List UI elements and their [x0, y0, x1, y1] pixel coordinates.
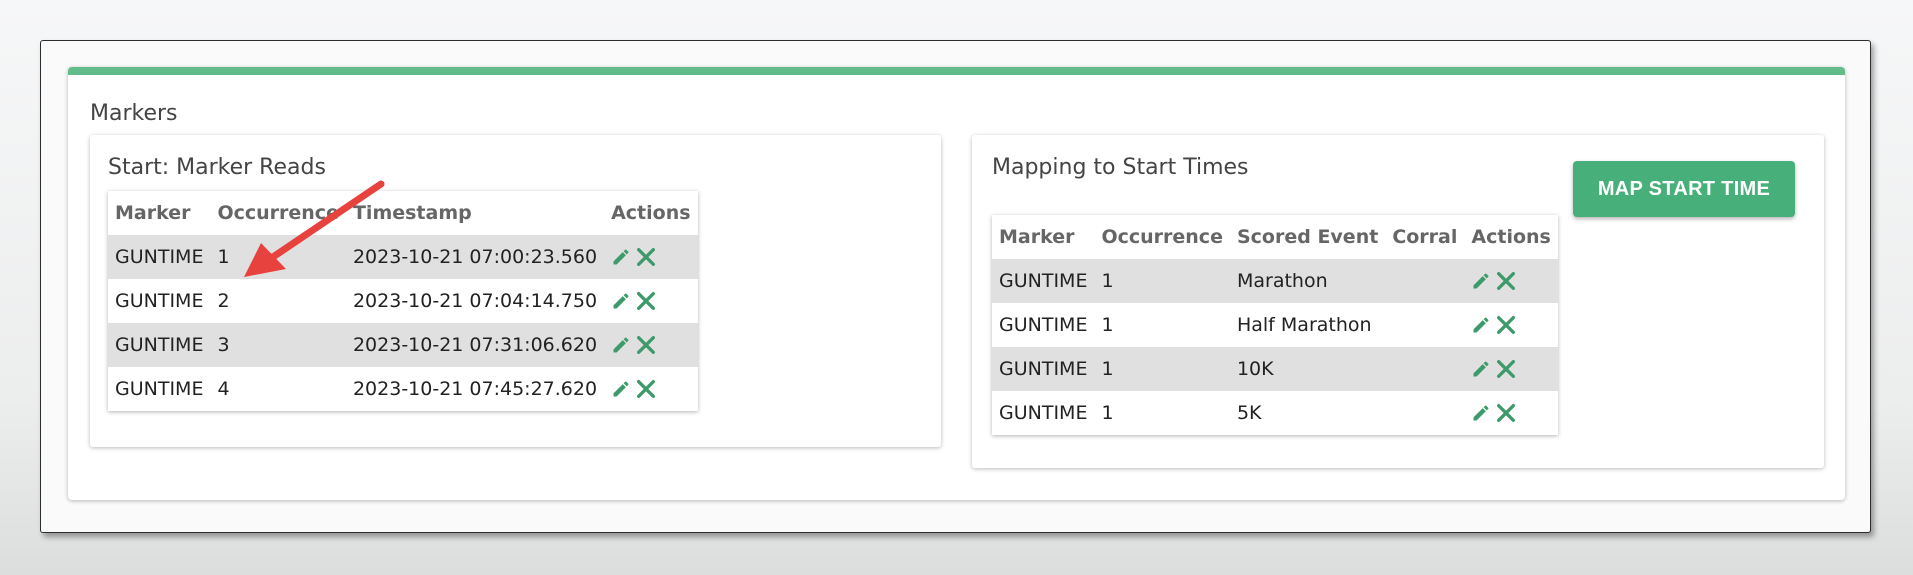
- occurrence-cell: 4: [217, 378, 230, 400]
- occurrence-cell: 2: [217, 290, 230, 312]
- col-header-actions: Actions: [1471, 226, 1551, 248]
- scored-event-cell: Marathon: [1229, 259, 1386, 303]
- markers-card: Markers Start: Marker Reads Marker Occur…: [68, 67, 1845, 500]
- col-header-marker[interactable]: Marker: [992, 215, 1094, 259]
- marker-cell: GUNTIME: [115, 378, 204, 400]
- pencil-icon[interactable]: [1471, 271, 1491, 291]
- table-row: GUNTIME 1 Marathon: [992, 259, 1558, 303]
- marker-reads-title: Start: Marker Reads: [108, 155, 326, 180]
- table-header-row: Marker Occurrence Scored Event Corral Ac…: [992, 215, 1558, 259]
- marker-cell: GUNTIME: [992, 259, 1095, 303]
- corral-cell: [1385, 259, 1465, 303]
- mapping-title: Mapping to Start Times: [992, 155, 1249, 180]
- actions-cell: [604, 367, 697, 411]
- table-row: GUNTIME 1 10K: [992, 347, 1558, 391]
- card-title: Markers: [90, 101, 178, 126]
- close-icon[interactable]: [635, 378, 657, 400]
- close-icon[interactable]: [635, 246, 657, 268]
- col-header-occurrence[interactable]: Occurrence: [210, 191, 346, 235]
- timestamp-cell: 2023-10-21 07:31:06.620: [345, 323, 605, 367]
- occurrence-cell: 1: [1101, 314, 1114, 336]
- col-header-timestamp[interactable]: Timestamp: [346, 191, 604, 235]
- timestamp-cell: 2023-10-21 07:00:23.560: [345, 235, 605, 279]
- col-header-occurrence[interactable]: Occurrence: [1094, 215, 1230, 259]
- occurrence-cell: 1: [1101, 402, 1114, 424]
- corral-cell: [1385, 347, 1465, 391]
- marker-reads-panel: Start: Marker Reads Marker Occurrence Ti…: [90, 135, 941, 447]
- close-icon[interactable]: [635, 290, 657, 312]
- screenshot-frame: Markers Start: Marker Reads Marker Occur…: [40, 40, 1871, 533]
- scored-event-cell: 5K: [1236, 402, 1262, 424]
- table-row: GUNTIME 2 2023-10-21 07:04:14.750: [108, 279, 698, 323]
- marker-cell: GUNTIME: [108, 235, 211, 279]
- table-row: GUNTIME 4 2023-10-21 07:45:27.620: [108, 367, 698, 411]
- scored-event-cell: Half Marathon: [1236, 314, 1372, 336]
- mapping-panel: Mapping to Start Times MAP START TIME Ma…: [972, 135, 1824, 468]
- scored-event-cell: 10K: [1229, 347, 1386, 391]
- marker-cell: GUNTIME: [992, 347, 1095, 391]
- table-row: GUNTIME 3 2023-10-21 07:31:06.620: [108, 323, 698, 367]
- pencil-icon[interactable]: [611, 335, 631, 355]
- col-header-scored-event[interactable]: Scored Event: [1230, 215, 1385, 259]
- close-icon[interactable]: [1495, 358, 1517, 380]
- actions-cell: [604, 235, 698, 279]
- marker-cell: GUNTIME: [999, 314, 1088, 336]
- close-icon[interactable]: [1495, 270, 1517, 292]
- close-icon[interactable]: [635, 334, 657, 356]
- pencil-icon[interactable]: [1471, 403, 1491, 423]
- pencil-icon[interactable]: [611, 247, 631, 267]
- occurrence-cell: 3: [210, 323, 346, 367]
- table-row: GUNTIME 1 2023-10-21 07:00:23.560: [108, 235, 698, 279]
- corral-cell: [1385, 303, 1464, 347]
- actions-cell: [604, 279, 697, 323]
- timestamp-cell: 2023-10-21 07:04:14.750: [352, 290, 598, 312]
- marker-cell: GUNTIME: [108, 323, 211, 367]
- timestamp-cell: 2023-10-21 07:45:27.620: [352, 378, 598, 400]
- col-header-actions: Actions: [611, 202, 691, 224]
- table-row: GUNTIME 1 Half Marathon: [992, 303, 1558, 347]
- col-header-corral[interactable]: Corral: [1385, 215, 1464, 259]
- close-icon[interactable]: [1495, 314, 1517, 336]
- corral-cell: [1385, 391, 1464, 435]
- col-header-marker[interactable]: Marker: [108, 191, 210, 235]
- close-icon[interactable]: [1495, 402, 1517, 424]
- actions-cell: [1464, 347, 1558, 391]
- marker-reads-table: Marker Occurrence Timestamp Actions GUNT…: [108, 191, 698, 411]
- table-row: GUNTIME 1 5K: [992, 391, 1558, 435]
- pencil-icon[interactable]: [1471, 315, 1491, 335]
- occurrence-cell: 1: [1094, 347, 1230, 391]
- mapping-table: Marker Occurrence Scored Event Corral Ac…: [992, 215, 1558, 435]
- marker-cell: GUNTIME: [115, 290, 204, 312]
- actions-cell: [1464, 391, 1557, 435]
- occurrence-cell: 1: [210, 235, 346, 279]
- actions-cell: [604, 323, 698, 367]
- actions-cell: [1464, 303, 1557, 347]
- pencil-icon[interactable]: [1471, 359, 1491, 379]
- pencil-icon[interactable]: [611, 291, 631, 311]
- marker-cell: GUNTIME: [999, 402, 1088, 424]
- map-start-time-button[interactable]: MAP START TIME: [1573, 161, 1795, 217]
- actions-cell: [1464, 259, 1558, 303]
- table-header-row: Marker Occurrence Timestamp Actions: [108, 191, 698, 235]
- occurrence-cell: 1: [1094, 259, 1230, 303]
- pencil-icon[interactable]: [611, 379, 631, 399]
